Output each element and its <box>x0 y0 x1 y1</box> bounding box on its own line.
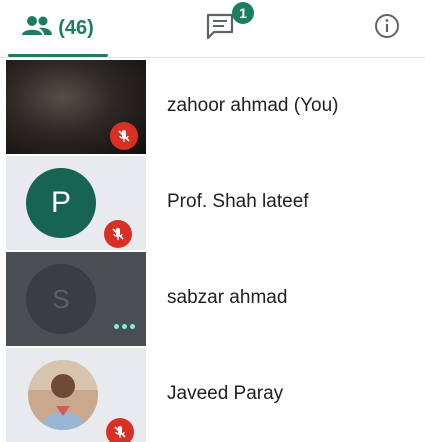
mic-off-icon <box>104 220 132 248</box>
list-item[interactable]: Javeed Paray <box>0 346 425 442</box>
avatar-tile <box>6 348 146 442</box>
tab-people[interactable]: (46) <box>8 0 108 57</box>
avatar-initial: P <box>50 186 71 219</box>
avatar-tile: S <box>6 252 146 346</box>
list-item[interactable]: zahoor ahmad (You) <box>0 58 425 154</box>
participant-name: sabzar ahmad <box>167 287 288 308</box>
avatar-initial: S <box>52 283 70 314</box>
list-item[interactable]: S sabzar ahmad <box>0 250 425 346</box>
info-icon <box>374 13 400 44</box>
chat-icon <box>205 12 235 45</box>
avatar-photo <box>28 360 98 430</box>
people-icon <box>22 15 53 42</box>
participant-name: Prof. Shah lateef <box>167 191 309 212</box>
participant-list: zahoor ahmad (You) P Prof. Shah lateef S <box>0 58 425 442</box>
participant-count: (46) <box>58 17 94 39</box>
video-tile <box>6 60 146 154</box>
list-item[interactable]: P Prof. Shah lateef <box>0 154 425 250</box>
avatar: S <box>26 264 96 334</box>
mic-off-icon <box>110 122 138 150</box>
participant-name: Javeed Paray <box>167 383 284 404</box>
tab-active-indicator <box>8 54 108 57</box>
more-dots-icon[interactable] <box>114 320 142 332</box>
chat-unread-badge: 1 <box>232 2 254 24</box>
tab-info[interactable] <box>362 0 412 57</box>
avatar-tile: P <box>6 156 146 250</box>
tab-bar: (46) 1 <box>0 0 425 58</box>
participant-name: zahoor ahmad (You) <box>167 95 339 116</box>
avatar: P <box>26 168 96 238</box>
